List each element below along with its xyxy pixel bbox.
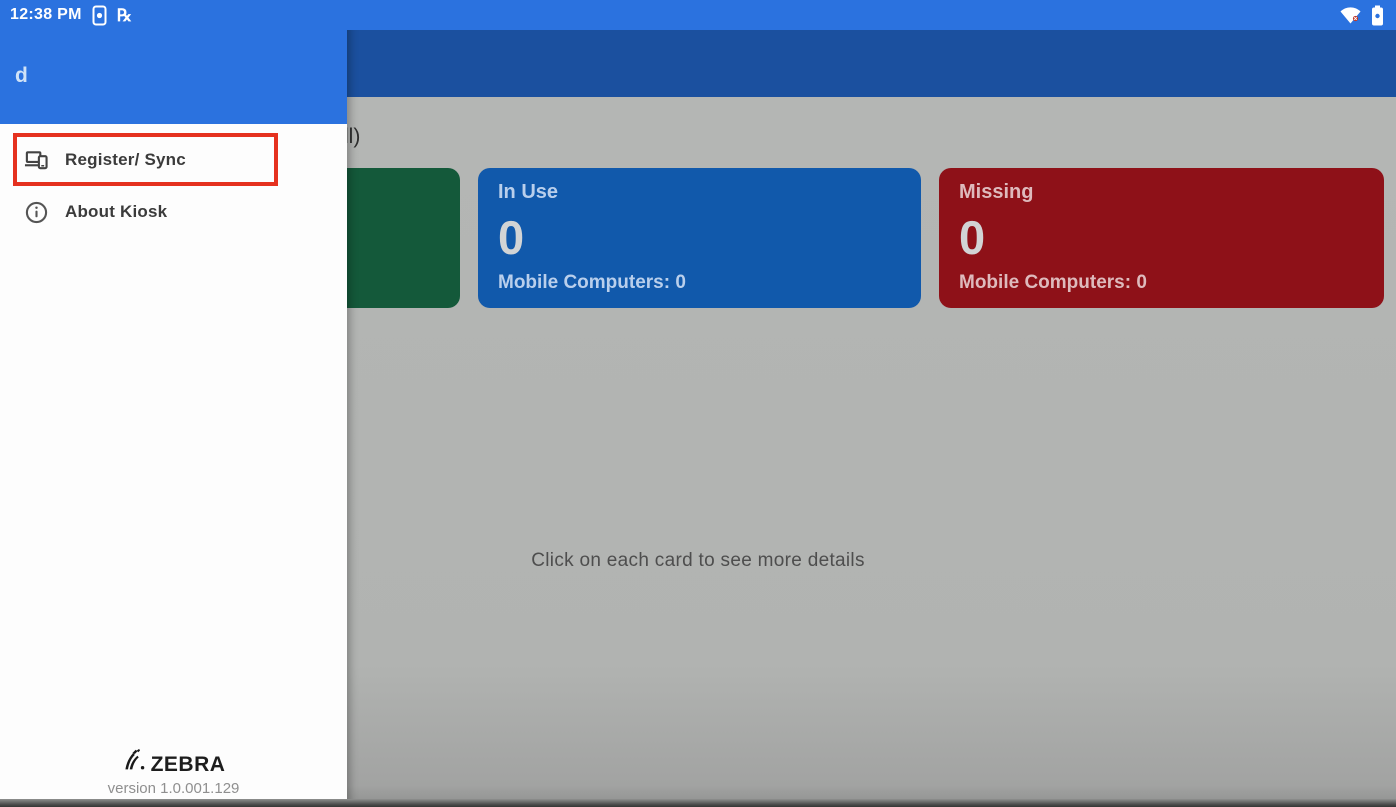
rx-logger-icon: ℞ [117, 7, 132, 24]
status-time: 12:38 PM [10, 6, 82, 24]
kiosk-screen: 12:38 PM ℞ [0, 0, 1396, 807]
drawer-user-initial: d [15, 64, 28, 88]
status-bar-right [1340, 5, 1384, 26]
card-title: In Use [498, 181, 901, 204]
version-text: version 1.0.001.129 [108, 780, 240, 797]
zebra-head-icon [122, 748, 146, 777]
menu-item-label: Register/ Sync [65, 150, 186, 170]
menu-item-about-kiosk[interactable]: About Kiosk [0, 186, 347, 238]
info-icon [24, 201, 48, 224]
card-in-use[interactable]: In Use 0 Mobile Computers: 0 [478, 168, 921, 308]
bottom-edge-strip [0, 799, 1396, 807]
devices-icon [24, 149, 48, 171]
card-count: 0 [959, 216, 1364, 261]
card-subtitle: Mobile Computers: 0 [959, 272, 1364, 294]
menu-item-register-sync[interactable]: Register/ Sync [0, 134, 347, 186]
zebra-logo: ZEBRA [122, 748, 226, 777]
wifi-icon [1340, 7, 1361, 24]
card-count: 0 [498, 216, 901, 261]
card-subtitle: Mobile Computers: 0 [498, 272, 901, 294]
zebra-brand-text: ZEBRA [151, 753, 226, 777]
card-title: Missing [959, 181, 1364, 204]
card-missing[interactable]: Missing 0 Mobile Computers: 0 [939, 168, 1384, 308]
menu-item-label: About Kiosk [65, 202, 167, 222]
device-status-icon [92, 5, 107, 26]
status-bar-left: 12:38 PM ℞ [10, 5, 132, 26]
status-bar: 12:38 PM ℞ [0, 0, 1396, 30]
drawer-footer: ZEBRA version 1.0.001.129 [0, 748, 347, 797]
navigation-drawer: d Register/ Sync [0, 0, 347, 807]
drawer-menu: Register/ Sync About Kiosk [0, 124, 347, 238]
battery-icon [1371, 5, 1384, 26]
